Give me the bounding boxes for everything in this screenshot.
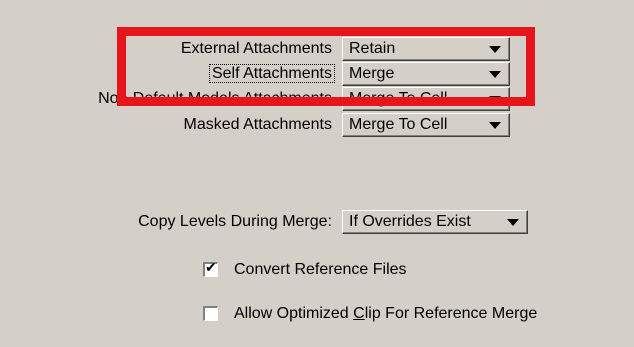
allow-optimized-clip-label-pre: Allow Optimized (234, 305, 354, 322)
masked-attachments-dropdown[interactable]: Merge To Cell (342, 113, 510, 137)
convert-reference-files-checkbox[interactable]: ✔ (203, 260, 218, 277)
masked-attachments-value: Merge To Cell (349, 116, 448, 133)
allow-optimized-clip-label-post: lip For Reference Merge (364, 305, 538, 322)
check-mark-icon: ✔ (205, 260, 217, 276)
allow-optimized-clip-label[interactable]: Allow Optimized Clip For Reference Merge (234, 302, 537, 326)
triangle-down-icon[interactable] (489, 122, 501, 129)
triangle-down-icon[interactable] (489, 96, 501, 103)
copy-levels-value: If Overrides Exist (349, 213, 471, 230)
external-attachments-dropdown[interactable]: Retain (342, 37, 510, 61)
external-attachments-label: External Attachments (180, 40, 332, 57)
convert-reference-files-label[interactable]: Convert Reference Files (234, 258, 407, 282)
non-default-models-dropdown[interactable]: Merge To Cell (342, 87, 510, 111)
triangle-down-icon[interactable] (489, 46, 501, 53)
self-attachments-label: Self Attachments (208, 64, 335, 83)
triangle-down-icon[interactable] (507, 219, 519, 226)
self-attachments-value: Merge (349, 65, 395, 82)
masked-attachments-label: Masked Attachments (183, 116, 332, 133)
non-default-models-label: Non-Default Models Attachments (98, 90, 332, 107)
copy-levels-dropdown[interactable]: If Overrides Exist (342, 210, 528, 234)
triangle-down-icon[interactable] (489, 71, 501, 78)
non-default-models-value: Merge To Cell (349, 90, 448, 107)
self-attachments-label-wrap: Self Attachments (100, 62, 335, 86)
copy-levels-label: Copy Levels During Merge: (138, 213, 332, 230)
self-attachments-dropdown[interactable]: Merge (342, 62, 510, 86)
external-attachments-value: Retain (349, 40, 396, 57)
allow-optimized-clip-label-accel: C (353, 305, 365, 322)
allow-optimized-clip-checkbox[interactable] (203, 306, 218, 321)
